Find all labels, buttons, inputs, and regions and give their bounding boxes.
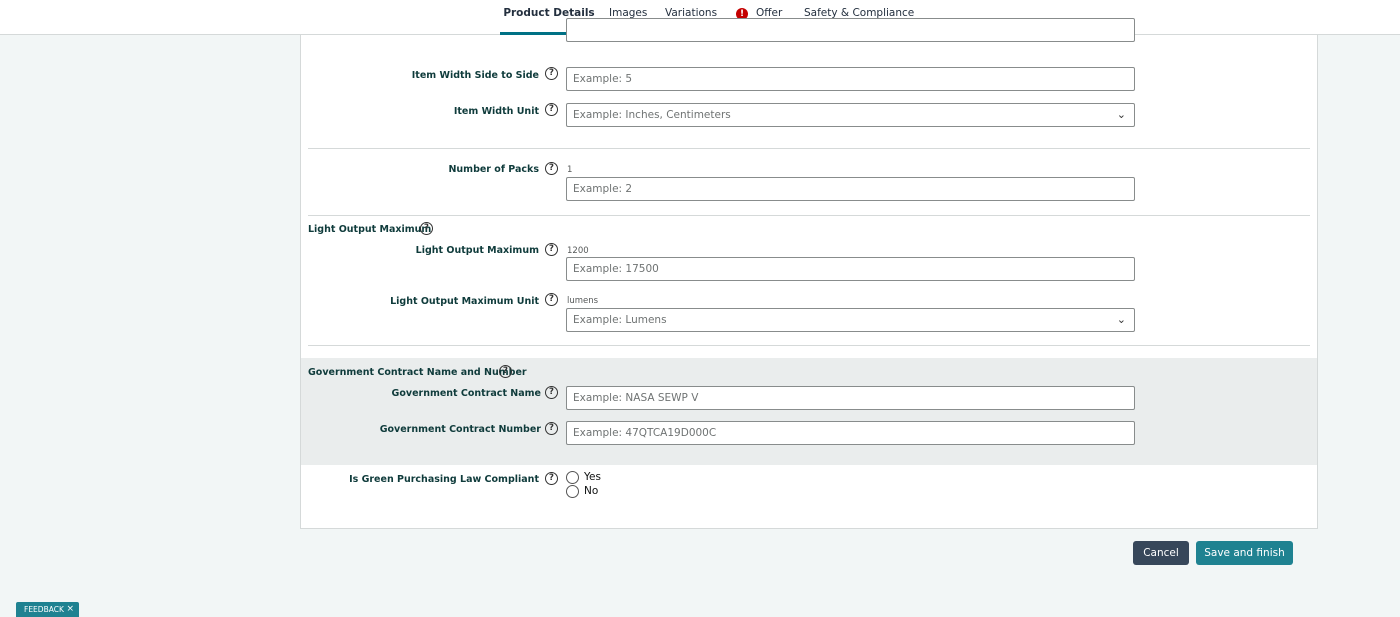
radio-yes[interactable] bbox=[566, 471, 579, 484]
help-icon[interactable]: ? bbox=[545, 422, 558, 435]
gov-contract-name-label: Government Contract Name bbox=[391, 388, 541, 399]
close-icon[interactable]: × bbox=[66, 602, 74, 617]
radio-no-label: No bbox=[584, 485, 599, 497]
light-output-max-label: Light Output Maximum bbox=[415, 245, 539, 256]
previous-field-input[interactable] bbox=[566, 18, 1135, 42]
help-icon[interactable]: ? bbox=[545, 103, 558, 116]
help-icon[interactable]: ? bbox=[545, 243, 558, 256]
gov-contract-number-label: Government Contract Number bbox=[379, 424, 541, 435]
gov-contract-number-input[interactable]: Example: 47QTCA19D000C bbox=[566, 421, 1135, 445]
light-output-unit-select[interactable]: Example: Lumens ⌄ bbox=[566, 308, 1135, 332]
light-output-group-title: Light Output Maximum bbox=[308, 224, 432, 235]
current-value: lumens bbox=[567, 296, 599, 306]
item-width-input[interactable]: Example: 5 bbox=[566, 67, 1135, 91]
cancel-button[interactable]: Cancel bbox=[1133, 541, 1189, 565]
gov-contract-section: Government Contract Name and Number ? Go… bbox=[301, 358, 1317, 465]
radio-yes-label: Yes bbox=[584, 471, 601, 483]
divider bbox=[308, 148, 1310, 149]
item-width-unit-select[interactable]: Example: Inches, Centimeters ⌄ bbox=[566, 103, 1135, 127]
help-icon[interactable]: ? bbox=[499, 365, 512, 378]
help-icon[interactable]: ? bbox=[545, 293, 558, 306]
select-placeholder: Example: Inches, Centimeters bbox=[573, 109, 731, 121]
number-of-packs-label: Number of Packs bbox=[448, 164, 539, 175]
feedback-label: FEEDBACK bbox=[24, 605, 64, 614]
chevron-down-icon: ⌄ bbox=[1116, 108, 1126, 121]
current-value: 1200 bbox=[567, 246, 589, 256]
save-and-finish-button[interactable]: Save and finish bbox=[1196, 541, 1293, 565]
number-of-packs-input[interactable]: Example: 2 bbox=[566, 177, 1135, 201]
feedback-tab[interactable]: FEEDBACK × bbox=[16, 602, 79, 617]
current-value: 1 bbox=[567, 165, 573, 175]
help-icon[interactable]: ? bbox=[545, 386, 558, 399]
chevron-down-icon: ⌄ bbox=[1116, 313, 1126, 326]
select-placeholder: Example: Lumens bbox=[573, 314, 667, 326]
green-purchasing-label: Is Green Purchasing Law Compliant bbox=[349, 474, 539, 485]
radio-no[interactable] bbox=[566, 485, 579, 498]
light-output-max-input[interactable]: Example: 17500 bbox=[566, 257, 1135, 281]
gov-contract-group-title: Government Contract Name and Number bbox=[308, 367, 527, 378]
product-details-form: Item Width Side to Side ? Example: 5 Ite… bbox=[300, 18, 1318, 529]
gov-contract-name-input[interactable]: Example: NASA SEWP V bbox=[566, 386, 1135, 410]
light-output-unit-label: Light Output Maximum Unit bbox=[390, 296, 539, 307]
help-icon[interactable]: ? bbox=[545, 472, 558, 485]
item-width-label: Item Width Side to Side bbox=[411, 70, 539, 81]
item-width-unit-label: Item Width Unit bbox=[453, 106, 539, 117]
help-icon[interactable]: ? bbox=[545, 162, 558, 175]
divider bbox=[308, 215, 1310, 216]
divider bbox=[308, 345, 1310, 346]
help-icon[interactable]: ? bbox=[420, 222, 433, 235]
help-icon[interactable]: ? bbox=[545, 67, 558, 80]
